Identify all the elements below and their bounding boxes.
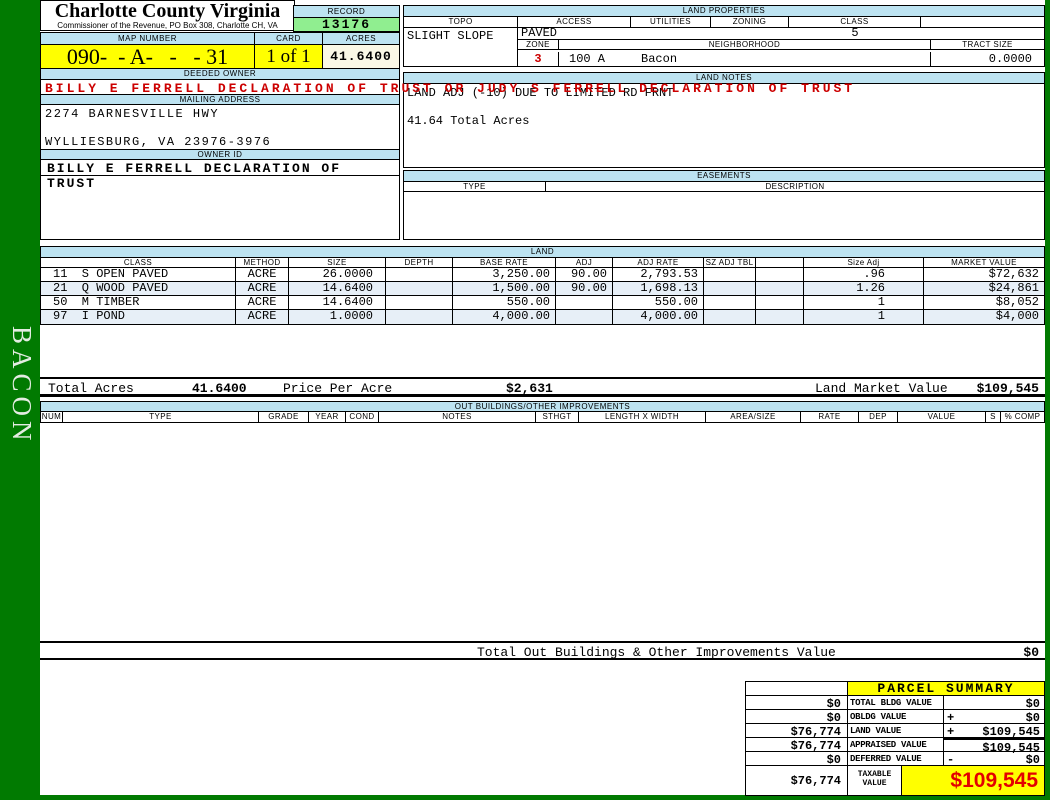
ob-col-cond: COND — [346, 412, 379, 422]
land-col-size-adj: Size Adj — [804, 258, 924, 267]
easement-type-label: TYPE — [404, 182, 546, 191]
land-col-base-rate: BASE RATE — [453, 258, 556, 267]
land-table-title: LAND — [41, 247, 1044, 258]
map-number-value: 090- - A- - - 31 — [40, 44, 255, 69]
ob-col-sthgt: STHGT — [536, 412, 579, 422]
utilities-label: UTILITIES — [631, 17, 711, 27]
land-row-3: 50 M TIMBER ACRE 14.6400 550.00 550.00 1… — [41, 296, 1044, 310]
price-per-acre-value: $2,631 — [506, 381, 553, 396]
out-buildings-title: OUT BUILDINGS/OTHER IMPROVEMENTS — [41, 402, 1044, 412]
land-totals-row: Total Acres 41.6400 Price Per Acre $2,63… — [40, 377, 1045, 397]
ob-col-length-width: LENGTH X WIDTH — [579, 412, 706, 422]
owner-id-value: BILLY E FERRELL DECLARATION OF TRUST — [41, 160, 399, 191]
ps-row-deferred: $0 DEFERRED VALUE - $0 — [746, 752, 1044, 767]
taxable-value-label: TAXABLE VALUE — [848, 766, 902, 795]
topo-label: TOPO — [404, 17, 518, 27]
land-col-market-value: MARKET VALUE — [951, 258, 1017, 267]
parcel-summary-header: PARCEL SUMMARY — [746, 682, 1044, 696]
neighborhood-value: 100 A Bacon — [559, 52, 931, 66]
property-record-page: BACON Charlotte County Virginia Commissi… — [0, 0, 1050, 800]
easements-panel: EASEMENTS TYPE DESCRIPTION — [403, 170, 1045, 240]
ps-row-appraised: $76,774 APPRAISED VALUE $109,545 — [746, 738, 1044, 755]
ob-col-s: S — [986, 412, 1001, 422]
record-card: Charlotte County Virginia Commissioner o… — [40, 0, 1045, 796]
land-row-1: 11 S OPEN PAVED ACRE 26.0000 3,250.00 90… — [41, 268, 1044, 282]
tract-size-value: 0.0000 — [988, 52, 1032, 66]
county-title-block: Charlotte County Virginia Commissioner o… — [40, 0, 295, 31]
land-properties-title: LAND PROPERTIES — [404, 6, 1044, 17]
land-col-adj: ADJ — [556, 258, 613, 267]
ob-col-dep: DEP — [859, 412, 898, 422]
deeded-owner-label: DEEDED OWNER — [41, 69, 399, 80]
land-col-sz-adj-tbl: SZ ADJ TBL — [704, 258, 756, 267]
owner-panel: DEEDED OWNER BILLY E FERRELL DECLARATION… — [40, 68, 852, 240]
land-table: LAND CLASS METHOD SIZE DEPTH BASE RATE A… — [40, 246, 1045, 325]
land-col-method: METHOD — [236, 258, 289, 267]
ob-total-value: $0 — [1023, 645, 1039, 660]
ob-col-year: YEAR — [309, 412, 346, 422]
land-col-size: SIZE — [289, 258, 386, 267]
ob-col-type: TYPE — [63, 412, 259, 422]
ob-col-pct-comp: % COMP — [1004, 412, 1041, 421]
ob-col-rate: RATE — [801, 412, 859, 422]
zoning-label: ZONING — [711, 17, 789, 27]
ps-row-taxable: $76,774 TAXABLE VALUE $109,545 — [746, 766, 1044, 795]
easement-description-label: DESCRIPTION — [765, 182, 825, 191]
access-value: PAVED — [521, 26, 558, 40]
ob-col-value: VALUE — [898, 412, 986, 422]
ob-col-notes: NOTES — [379, 412, 536, 422]
topo-value: SLIGHT SLOPE — [404, 28, 518, 66]
ob-col-num: NUM — [41, 412, 63, 422]
owner-id-label: OWNER ID — [41, 149, 399, 160]
acres-value: 41.6400 — [322, 44, 400, 69]
out-buildings-table: OUT BUILDINGS/OTHER IMPROVEMENTS NUM TYP… — [40, 401, 1045, 423]
class-value: 5 — [851, 26, 859, 40]
taxable-value-amount: $109,545 — [902, 766, 1044, 795]
parcel-summary-title: PARCEL SUMMARY — [848, 682, 1044, 695]
neighborhood-sidebar-label: BACON — [7, 326, 37, 446]
ps-row-total-bldg: $0 TOTAL BLDG VALUE $0 — [746, 696, 1044, 711]
land-col-class: CLASS — [41, 258, 236, 267]
ps-header-prev-cell — [746, 682, 848, 695]
land-col-depth: DEPTH — [386, 258, 453, 267]
price-per-acre-label: Price Per Acre — [283, 381, 393, 396]
land-row-4: 97 I POND ACRE 1.0000 4,000.00 4,000.00 … — [41, 310, 1044, 324]
land-market-value-label: Land Market Value — [815, 381, 948, 396]
card-value: 1 of 1 — [254, 44, 323, 69]
ob-total-label: Total Out Buildings & Other Improvements… — [477, 645, 836, 660]
land-notes-line-2: 41.64 Total Acres — [407, 114, 530, 128]
ps-row-land: $76,774 LAND VALUE + $109,545 — [746, 724, 1044, 739]
commissioner-line: Commissioner of the Revenue, PO Box 308,… — [57, 21, 278, 30]
neighborhood-label: NEIGHBORHOOD — [559, 40, 931, 49]
address-line-1: 2274 BARNESVILLE HWY — [45, 107, 220, 121]
ps-row-obldg: $0 OBLDG VALUE + $0 — [746, 710, 1044, 725]
out-buildings-total-row: Total Out Buildings & Other Improvements… — [40, 641, 1045, 660]
easements-title: EASEMENTS — [404, 171, 1044, 182]
tract-size-label: TRACT SIZE — [962, 40, 1013, 49]
parcel-summary: PARCEL SUMMARY $0 TOTAL BLDG VALUE $0 $0… — [745, 681, 1045, 796]
record-value: 13176 — [293, 17, 400, 32]
ob-col-area-size: AREA/SIZE — [706, 412, 801, 422]
land-col-blank — [756, 258, 804, 267]
address-gap — [41, 121, 399, 135]
deeded-owner-value: BILLY E FERRELL DECLARATION OF TRUST OR … — [45, 81, 852, 96]
ob-col-grade: GRADE — [259, 412, 309, 422]
total-acres-label: Total Acres — [48, 381, 134, 396]
land-notes-gap — [404, 100, 1044, 114]
county-title: Charlotte County Virginia — [54, 0, 281, 22]
zone-label: ZONE — [518, 40, 559, 49]
land-col-adj-rate: ADJ RATE — [613, 258, 704, 267]
land-market-value-total: $109,545 — [976, 381, 1039, 396]
address-line-2: WYLLIESBURG, VA 23976-3976 — [45, 135, 272, 149]
zone-value: 3 — [518, 52, 559, 66]
land-properties-panel: LAND PROPERTIES TOPO ACCESS UTILITIES ZO… — [403, 5, 1045, 67]
total-acres-value: 41.6400 — [192, 381, 247, 396]
class-spacer — [921, 17, 1044, 27]
land-row-2: 21 Q WOOD PAVED ACRE 14.6400 1,500.00 90… — [41, 282, 1044, 296]
